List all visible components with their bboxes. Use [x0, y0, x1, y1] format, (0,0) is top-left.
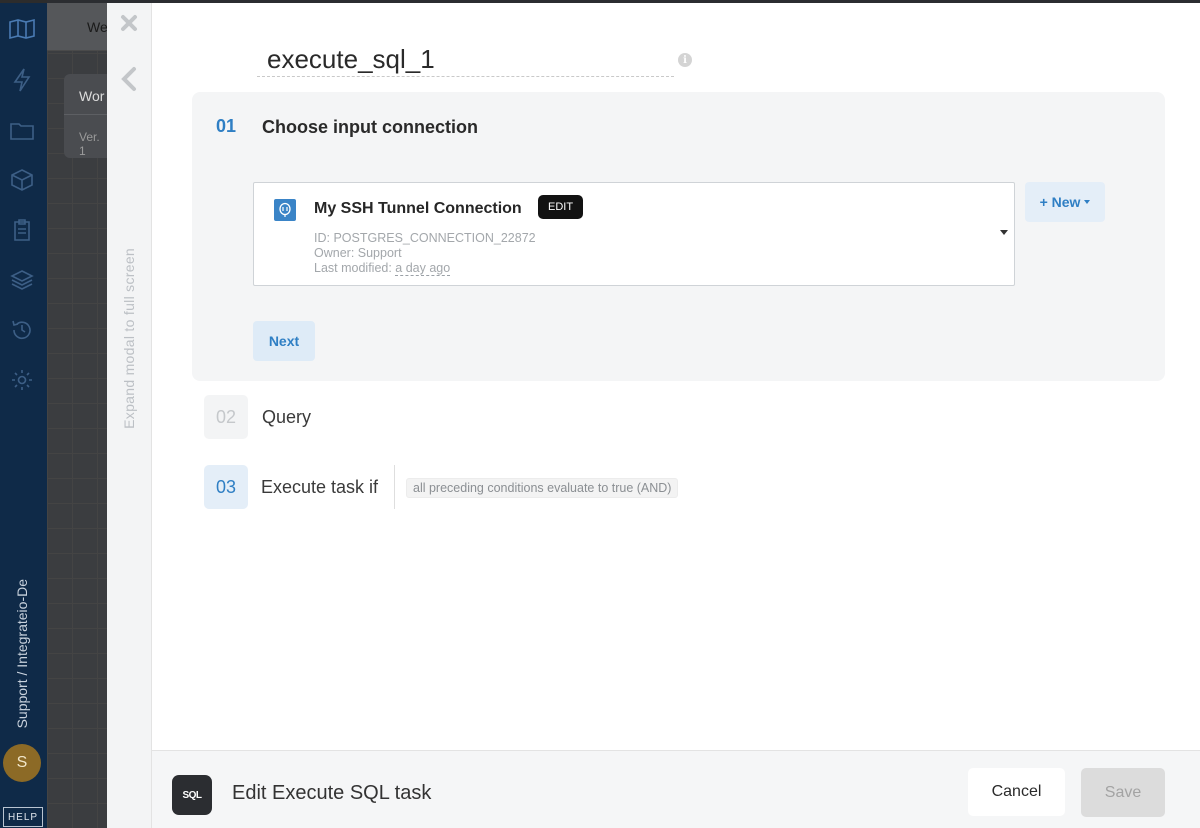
left-sidebar: Support / Integrateio-De S HELP — [0, 0, 47, 828]
background-card-title: Wor — [79, 88, 105, 104]
close-icon[interactable] — [117, 11, 141, 35]
task-modal: execute_sql_1 i 01 Choose input connecti… — [152, 3, 1200, 828]
gear-icon[interactable] — [8, 366, 36, 394]
connection-modified-value: a day ago — [395, 261, 451, 276]
help-button[interactable]: HELP — [3, 807, 43, 827]
condition-badge[interactable]: all preceding conditions evaluate to tru… — [406, 478, 679, 498]
lightning-icon[interactable] — [8, 66, 36, 94]
postgres-icon — [274, 199, 296, 221]
background-tab-label: We — [87, 19, 108, 35]
task-name-input[interactable]: execute_sql_1 — [257, 41, 674, 77]
background-card: Wor Ver. 1 — [64, 74, 107, 158]
next-button[interactable]: Next — [253, 321, 315, 361]
account-label[interactable]: Support / Integrateio-De — [2, 543, 42, 728]
connection-select[interactable]: My SSH Tunnel Connection EDIT ID: POSTGR… — [253, 182, 1015, 286]
background-card-version: Ver. 1 — [79, 130, 100, 158]
info-icon[interactable]: i — [678, 53, 692, 67]
modal-side-strip: Expand modal to full screen — [107, 3, 152, 828]
expand-modal-label: Expand modal to full screen — [121, 247, 137, 429]
connection-modified: Last modified: a day ago — [314, 261, 451, 276]
step3-title: Execute task if — [261, 477, 379, 497]
background-tab: We — [47, 3, 108, 51]
chevron-left-icon[interactable] — [117, 65, 141, 93]
footer-title: Edit Execute SQL task — [232, 782, 432, 804]
step3-number: 03 — [204, 465, 248, 509]
step2-title: Query — [262, 407, 312, 427]
clipboard-icon[interactable] — [8, 216, 36, 244]
expand-modal-toggle[interactable]: Expand modal to full screen — [115, 233, 143, 443]
step1-number: 01 — [216, 116, 237, 136]
sql-icon: SQL — [172, 775, 212, 815]
logo-icon[interactable] — [8, 15, 36, 43]
new-connection-button[interactable]: + New — [1025, 182, 1105, 222]
connection-id: ID: POSTGRES_CONNECTION_22872 — [314, 231, 536, 245]
cancel-button[interactable]: Cancel — [968, 768, 1065, 816]
chevron-down-icon[interactable] — [1000, 230, 1008, 235]
connection-owner: Owner: Support — [314, 246, 402, 260]
modal-footer: SQL Edit Execute SQL task Cancel Save — [152, 750, 1200, 828]
edit-connection-button[interactable]: EDIT — [538, 195, 584, 219]
background-card-divider — [64, 114, 107, 115]
folder-icon[interactable] — [8, 117, 36, 145]
connection-name: My SSH Tunnel Connection — [314, 200, 522, 217]
new-connection-label: + New — [1039, 194, 1081, 210]
avatar[interactable]: S — [3, 744, 41, 782]
caret-down-icon — [1084, 200, 1091, 204]
step-choose-connection: 01 Choose input connection My SSH Tunnel… — [192, 92, 1165, 381]
package-icon[interactable] — [8, 166, 36, 194]
layers-icon[interactable] — [8, 266, 36, 294]
connection-modified-prefix: Last modified: — [314, 261, 396, 275]
step3-divider — [394, 465, 395, 509]
step1-title: Choose input connection — [262, 117, 478, 137]
step2-number: 02 — [204, 395, 248, 439]
history-icon[interactable] — [8, 316, 36, 344]
save-button[interactable]: Save — [1081, 768, 1165, 817]
